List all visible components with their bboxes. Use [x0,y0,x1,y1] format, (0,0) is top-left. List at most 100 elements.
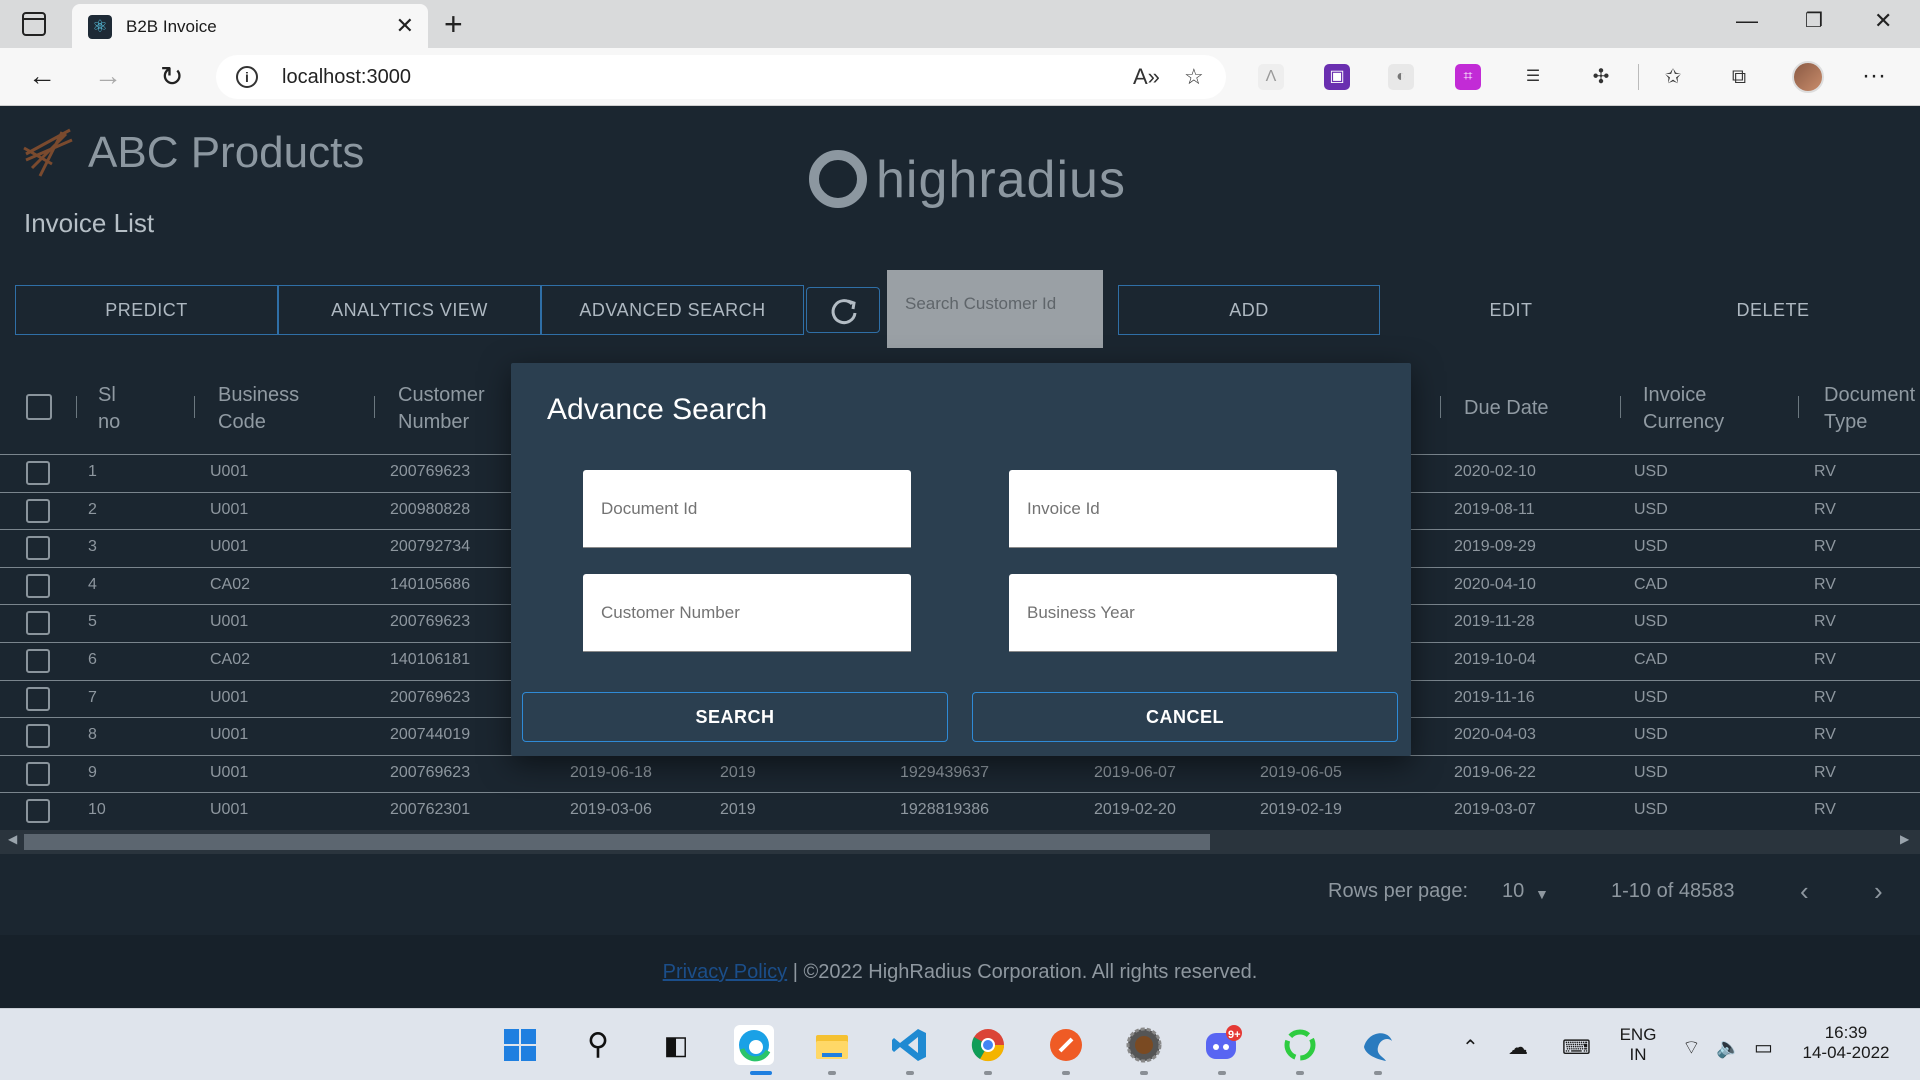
react-icon: ⚛ [88,15,112,39]
volume-icon[interactable]: 🔈 [1716,1035,1741,1060]
edge-browser-icon[interactable] [734,1025,774,1065]
row-checkbox[interactable] [26,649,50,673]
back-icon[interactable]: ← [28,60,56,92]
refresh-button[interactable] [806,287,880,333]
close-window-icon[interactable]: ✕ [1874,8,1892,34]
predict-button[interactable]: PREDICT [15,285,278,335]
vscode-icon[interactable] [890,1025,930,1065]
next-page-icon[interactable]: › [1874,876,1883,907]
postman-icon[interactable] [1046,1025,1086,1065]
clock[interactable]: 16:39 14-04-2022 [1796,1023,1896,1063]
analytics-view-button[interactable]: ANALYTICS VIEW [278,285,541,335]
language-indicator[interactable]: ENG IN [1616,1025,1660,1065]
dropdown-arrow-icon[interactable]: ▼ [1535,886,1549,902]
address-bar[interactable]: i localhost:3000 A» ☆ [216,55,1226,99]
header-invoice-currency-line2: Currency [1643,411,1725,433]
invoice-id-field[interactable] [1009,470,1337,548]
copyright-text: | ©2022 HighRadius Corporation. All righ… [787,961,1258,983]
edit-button[interactable]: EDIT [1380,285,1642,335]
row-checkbox[interactable] [26,686,50,711]
keyboard-icon[interactable]: ⌨ [1562,1035,1591,1060]
forward-icon[interactable]: → [94,60,122,92]
read-aloud-icon[interactable]: A» [1133,64,1160,90]
row-checkbox[interactable] [26,498,50,523]
extension-a-icon[interactable]: Λ [1258,64,1284,90]
table-row[interactable]: 9 U001 200769623 2019-06-18 2019 1929439637 20… [0,754,1920,792]
add-favorite-icon[interactable]: ☆ [1184,64,1204,90]
cell-cust: 200980828 [390,500,471,518]
extension-color-icon[interactable]: ⌗ [1455,64,1481,90]
scroll-right-icon[interactable]: ▶ [1900,832,1909,846]
task-view-icon[interactable]: ◧ [656,1025,696,1065]
delete-button[interactable]: DELETE [1642,285,1904,335]
invoice-id-input[interactable] [1009,470,1337,547]
row-checkbox[interactable] [26,461,50,485]
cell-cur: USD [1634,763,1668,781]
running-app-indicator [1296,1071,1304,1075]
extension-mouse-icon[interactable]: ◐ [1388,64,1414,90]
advanced-search-button[interactable]: ADVANCED SEARCH [541,285,804,335]
scroll-left-icon[interactable]: ◀ [8,832,17,846]
discord-icon[interactable]: 9+ [1202,1025,1242,1065]
new-tab-icon[interactable]: + [444,6,463,43]
restore-icon[interactable]: ❐ [1805,8,1823,33]
column-divider [194,396,195,418]
customer-number-field[interactable] [583,574,911,652]
close-tab-icon[interactable]: ✕ [396,13,414,39]
reload-icon[interactable]: ↻ [160,60,183,93]
business-year-input[interactable] [1009,574,1337,651]
windows-start-icon[interactable] [500,1025,540,1065]
business-year-field[interactable] [1009,574,1337,652]
row-checkbox[interactable] [26,799,50,824]
table-row[interactable]: 10 U001 200762301 2019-03-06 2019 1928819386 2… [0,792,1920,829]
extensions-icon[interactable]: ✣ [1588,64,1614,90]
header-document-type: Document Type [1824,382,1915,436]
cell-cur: USD [1634,538,1668,556]
wifi-icon[interactable]: ⌔ [1682,1035,1701,1060]
more-icon[interactable]: ··· [1862,62,1886,90]
customer-number-input[interactable] [583,574,911,651]
chrome-icon[interactable] [968,1025,1008,1065]
tab-actions-icon[interactable] [22,12,46,36]
collections-icon[interactable]: ⧉ [1726,64,1752,90]
profile-avatar[interactable] [1792,61,1824,93]
cell-due: 2019-03-07 [1454,801,1536,819]
rows-per-page-select[interactable]: 10 [1502,880,1524,903]
eclipse-ide-icon[interactable] [1124,1025,1164,1065]
row-checkbox[interactable] [26,573,50,598]
show-hidden-icons-chevron[interactable]: ⌃ [1462,1035,1479,1060]
cell-code: CA02 [210,651,251,668]
prev-page-icon[interactable]: ‹ [1800,876,1809,907]
row-checkbox[interactable] [26,724,50,749]
extension-list-icon[interactable]: ☰ [1520,64,1546,90]
scrollbar-thumb[interactable] [24,834,1210,850]
battery-icon[interactable]: ▭ [1754,1035,1773,1060]
search-icon[interactable]: ⚲ [578,1025,618,1065]
document-id-field[interactable] [583,470,911,548]
select-all-checkbox[interactable] [26,394,52,420]
horizontal-scrollbar[interactable]: ◀ ▶ [0,830,1920,854]
sync-app-icon[interactable] [1280,1025,1320,1065]
browser-tab-active[interactable]: ⚛ B2B Invoice ✕ [72,4,428,48]
file-explorer-icon[interactable] [812,1025,852,1065]
header-customer-number-line1: Customer [398,384,485,406]
search-button[interactable]: SEARCH [522,692,948,742]
info-icon[interactable]: i [236,66,258,88]
cell-type: RV [1814,726,1836,744]
privacy-policy-link[interactable]: Privacy Policy [663,961,787,983]
search-customer-input[interactable]: Search Customer Id [887,270,1103,348]
url-text[interactable]: localhost:3000 [282,66,411,89]
onedrive-cloud-icon[interactable]: ☁ [1508,1035,1528,1060]
row-checkbox[interactable] [26,536,50,561]
row-checkbox[interactable] [26,761,50,786]
running-app-indicator [1062,1071,1070,1075]
browser-toolbar: ← → ↻ i localhost:3000 A» ☆ Λ ▣ ◐ ⌗ ☰ ✣ … [0,48,1920,106]
extension-purple-icon[interactable]: ▣ [1324,64,1350,90]
document-id-input[interactable] [583,470,911,547]
minimize-icon[interactable]: — [1736,8,1758,34]
mysql-icon[interactable] [1358,1025,1398,1065]
add-button[interactable]: ADD [1118,285,1380,335]
favorites-icon[interactable]: ✩ [1660,64,1686,90]
cancel-button[interactable]: CANCEL [972,692,1398,742]
row-checkbox[interactable] [26,611,50,636]
